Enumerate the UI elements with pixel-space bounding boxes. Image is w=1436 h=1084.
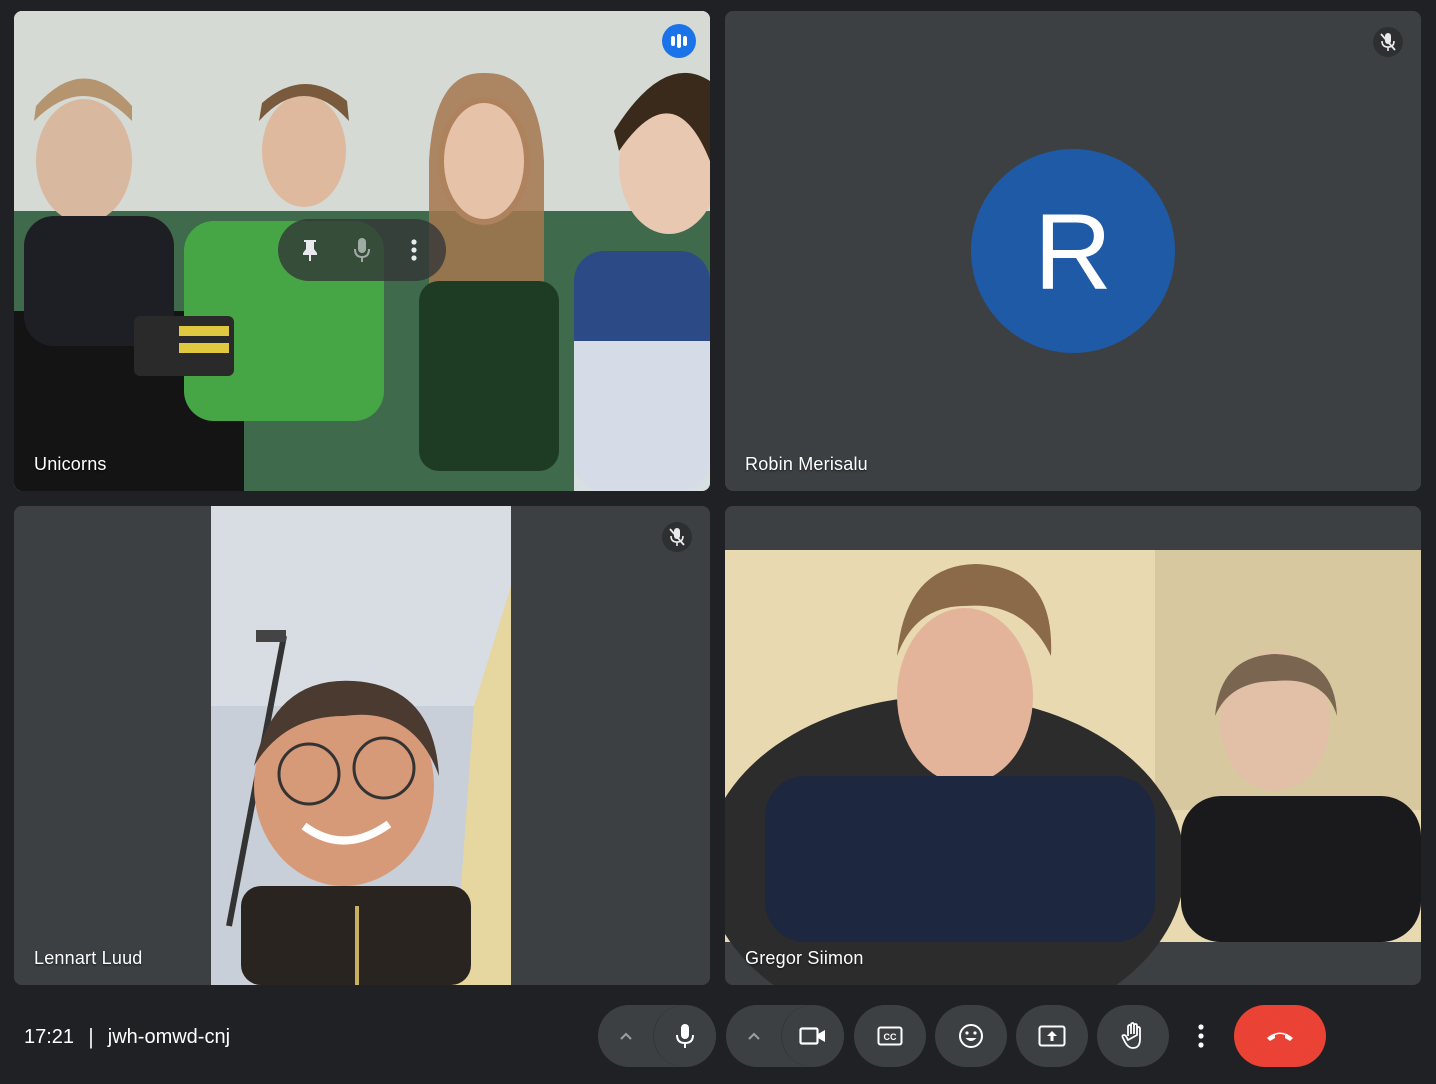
leave-call-button[interactable] bbox=[1234, 1005, 1326, 1067]
more-vert-icon[interactable] bbox=[391, 227, 437, 273]
video-feed-lennart-luud bbox=[14, 506, 710, 985]
bottom-toolbar: 17:21 | jwh-omwd-cnj CC bbox=[0, 996, 1436, 1084]
meeting-info: 17:21 | jwh-omwd-cnj bbox=[24, 1024, 230, 1050]
present-to-all-icon bbox=[1038, 1025, 1066, 1047]
participant-tile-gregor-siimon[interactable]: Gregor Siimon bbox=[725, 506, 1421, 985]
camera-button[interactable] bbox=[782, 1005, 844, 1067]
raise-hand-button[interactable] bbox=[1097, 1005, 1169, 1067]
captions-button[interactable]: CC bbox=[854, 1005, 926, 1067]
svg-text:CC: CC bbox=[884, 1032, 897, 1042]
participant-name: Unicorns bbox=[34, 454, 107, 474]
avatar-initial: R bbox=[1034, 190, 1112, 312]
videocam-icon bbox=[799, 1027, 825, 1045]
audio-control-group bbox=[598, 1005, 716, 1067]
separator: | bbox=[88, 1024, 94, 1049]
pin-icon[interactable] bbox=[287, 227, 333, 273]
participant-name: Gregor Siimon bbox=[745, 948, 864, 968]
tile-hover-controls bbox=[278, 219, 446, 281]
participant-tile-lennart-luud[interactable]: Lennart Luud bbox=[14, 506, 710, 985]
mic-icon bbox=[676, 1024, 694, 1048]
emoji-icon bbox=[959, 1024, 983, 1048]
video-control-group bbox=[726, 1005, 844, 1067]
mic-off-icon bbox=[662, 522, 692, 552]
reactions-button[interactable] bbox=[935, 1005, 1007, 1067]
clock: 17:21 bbox=[24, 1025, 75, 1048]
mic-icon[interactable] bbox=[339, 227, 385, 273]
video-options-caret[interactable] bbox=[726, 1005, 782, 1067]
call-end-icon bbox=[1267, 1032, 1293, 1041]
mic-off-icon bbox=[1373, 27, 1403, 57]
call-controls: CC bbox=[598, 1005, 1326, 1067]
audio-options-caret[interactable] bbox=[598, 1005, 654, 1067]
participant-name: Robin Merisalu bbox=[745, 454, 868, 474]
participant-tile-robin-merisalu[interactable]: R Robin Merisalu bbox=[725, 11, 1421, 491]
more-options-button[interactable] bbox=[1178, 1005, 1224, 1067]
meet-stage: Unicorns R Robin Merisalu Lennart Luud G… bbox=[0, 0, 1436, 1084]
avatar: R bbox=[971, 149, 1175, 353]
speaking-indicator-icon bbox=[662, 24, 696, 58]
video-feed-gregor-siimon bbox=[725, 506, 1421, 985]
microphone-button[interactable] bbox=[654, 1005, 716, 1067]
more-vert-icon bbox=[1198, 1024, 1204, 1048]
participant-tile-unicorns[interactable]: Unicorns bbox=[14, 11, 710, 491]
raise-hand-icon bbox=[1121, 1022, 1141, 1049]
meeting-code[interactable]: jwh-omwd-cnj bbox=[108, 1026, 230, 1049]
present-button[interactable] bbox=[1016, 1005, 1088, 1067]
closed-captions-icon: CC bbox=[877, 1026, 903, 1046]
participant-name: Lennart Luud bbox=[34, 948, 143, 968]
